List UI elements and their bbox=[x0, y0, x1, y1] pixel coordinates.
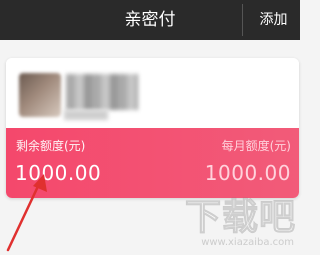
top-bar: 亲密付 添加 bbox=[0, 0, 300, 40]
blurred-user-name bbox=[66, 74, 138, 110]
avatar bbox=[19, 73, 61, 117]
monthly-quota-label: 每月额度(元) bbox=[221, 139, 291, 153]
watermark-logo: 下载吧 www.xiazaiba.com bbox=[156, 197, 296, 251]
card-user-section bbox=[6, 58, 299, 128]
add-button[interactable]: 添加 bbox=[242, 4, 300, 36]
watermark-url: www.xiazaiba.com bbox=[201, 237, 294, 248]
annotation-arrow-icon bbox=[6, 174, 47, 252]
remaining-quota-label: 剩余额度(元) bbox=[16, 139, 86, 153]
blurred-user-detail bbox=[64, 110, 108, 120]
monthly-quota-amount: 1000.00 bbox=[204, 161, 291, 185]
watermark-text: 下载吧 bbox=[184, 196, 296, 238]
